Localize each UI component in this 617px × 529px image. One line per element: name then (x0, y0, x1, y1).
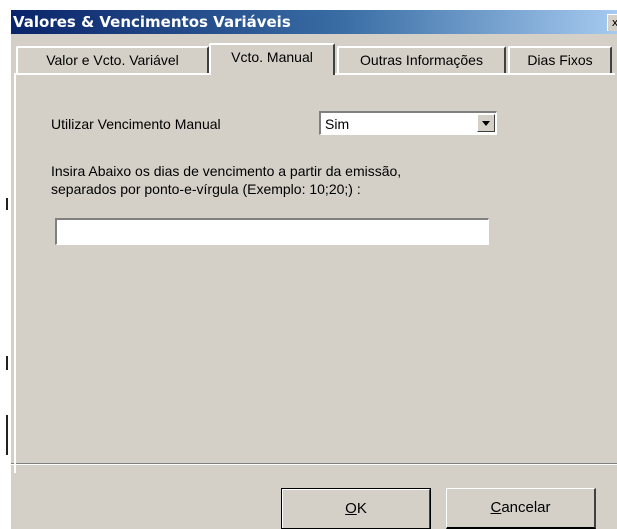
ok-button-label: OK (345, 500, 367, 517)
chevron-down-icon (482, 121, 490, 126)
close-icon[interactable]: x (607, 14, 617, 31)
title-bar[interactable]: Valores & Vencimentos Variáveis x (11, 10, 617, 34)
window-title: Valores & Vencimentos Variáveis (13, 13, 291, 31)
due-days-input[interactable] (55, 218, 489, 245)
cancel-mnemonic: C (490, 499, 502, 516)
tab-valor-vcto-variavel[interactable]: Valor e Vcto. Variável (16, 46, 209, 73)
tab-panel-vcto-manual (14, 73, 615, 473)
ok-mnemonic: O (345, 499, 357, 517)
cancel-label-rest: ancelar (501, 499, 551, 516)
cancel-button-label: Cancelar (490, 499, 550, 516)
dropdown-button[interactable] (477, 114, 495, 132)
background-mark (6, 356, 8, 370)
dialog-window: Valores & Vencimentos Variáveis x Valor … (10, 10, 617, 529)
ok-button[interactable]: OK (281, 488, 431, 529)
tab-dias-fixos[interactable]: Dias Fixos (508, 46, 612, 73)
background-strip (0, 0, 10, 529)
cancel-button[interactable]: Cancelar (446, 488, 596, 529)
tab-outras-informacoes[interactable]: Outras Informações (337, 46, 506, 73)
use-manual-select[interactable]: Sim (319, 111, 497, 135)
ok-label-rest: K (356, 499, 367, 517)
background-mark (6, 198, 8, 210)
tab-vcto-manual[interactable]: Vcto. Manual (209, 43, 335, 75)
screen: Valores & Vencimentos Variáveis x Valor … (0, 0, 617, 529)
use-manual-value: Sim (325, 116, 350, 132)
background-mark (6, 415, 8, 455)
